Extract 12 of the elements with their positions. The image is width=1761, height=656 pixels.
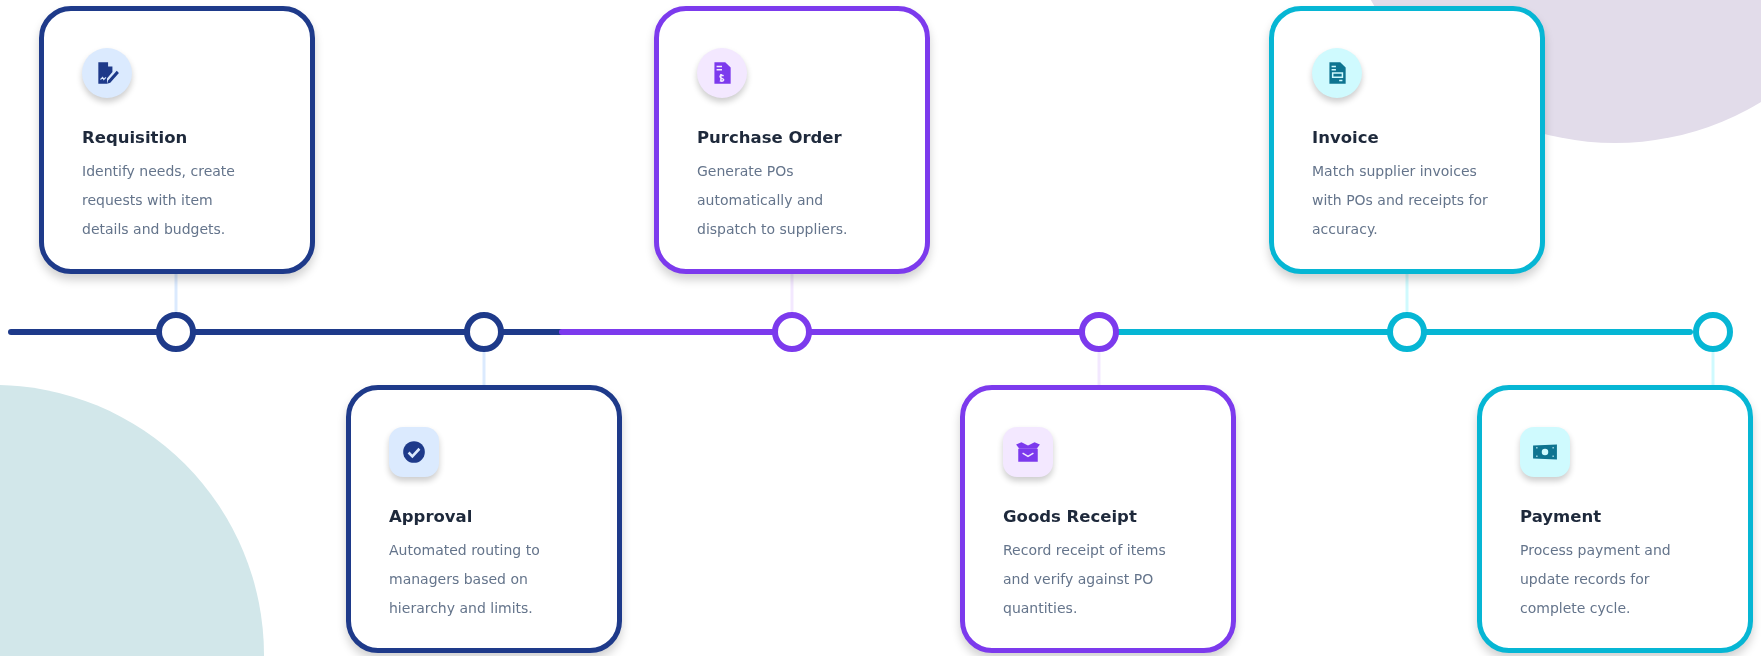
- step-description: Record receipt of items and verify against PO quantities.: [1003, 541, 1167, 618]
- step-title: Approval: [389, 507, 474, 526]
- step-title: Goods Receipt: [1003, 507, 1138, 526]
- step-title: Invoice: [1312, 128, 1380, 147]
- step-description: Match supplier invoices with POs and receipts for accuracy.: [1312, 162, 1489, 239]
- step-title: Payment: [1520, 507, 1603, 526]
- step-description: Process payment and update records for complete cycle.: [1520, 541, 1672, 618]
- step-title: Requisition: [82, 128, 189, 147]
- step-description: Automated routing to managers based on hierarchy and limits.: [389, 541, 541, 618]
- step-description: Generate POs automatically and dispatch to suppliers.: [697, 162, 849, 239]
- step-description: Identify needs, create requests with item details and budgets.: [82, 162, 236, 239]
- step-title: Purchase Order: [697, 128, 843, 147]
